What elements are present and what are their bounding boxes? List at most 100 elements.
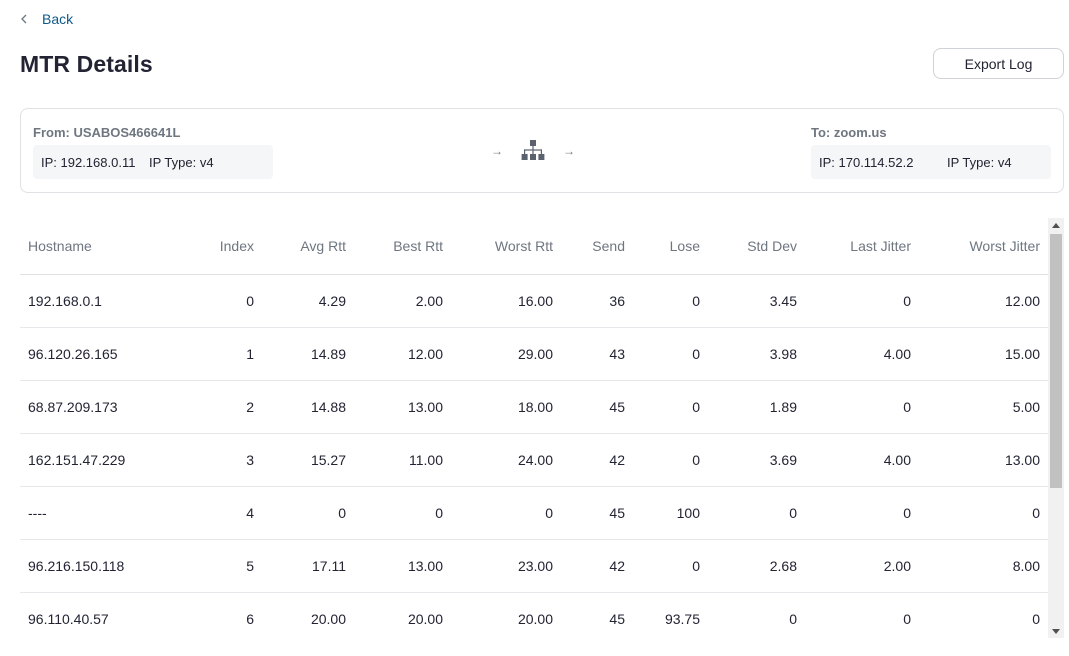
cell-avg-rtt: 17.11 [262,539,354,593]
cell-avg-rtt: 14.88 [262,380,354,434]
cell-last-jitter: 0 [805,486,919,540]
chevron-left-icon [20,12,30,26]
cell-std-dev: 3.45 [708,274,805,328]
cell-worst-rtt: 0 [451,486,561,540]
table-row: 162.151.47.229 3 15.27 11.00 24.00 42 0 3.69 4.0… [20,433,1048,487]
table-header-row: Hostname Index Avg Rtt Best Rtt Worst Rtt Sen… [20,218,1048,275]
cell-worst-jitter: 13.00 [919,433,1048,487]
cell-best-rtt: 20.00 [354,592,451,638]
cell-worst-jitter: 0 [919,592,1048,638]
cell-avg-rtt: 14.89 [262,327,354,381]
column-header-lose: Lose [633,218,708,275]
cell-send: 45 [561,486,633,540]
cell-best-rtt: 13.00 [354,380,451,434]
cell-best-rtt: 12.00 [354,327,451,381]
from-endpoint: From: USABOS466641L IP: 192.168.0.11 IP … [33,125,273,179]
column-header-avg-rtt: Avg Rtt [262,218,354,275]
arrow-right-icon: → [563,144,575,158]
cell-send: 42 [561,433,633,487]
from-title: From: USABOS466641L [33,125,181,140]
column-header-std-dev: Std Dev [708,218,805,275]
export-log-button[interactable]: Export Log [933,48,1064,79]
to-meta: IP: 170.114.52.2 IP Type: v4 [811,145,1051,179]
cell-worst-rtt: 23.00 [451,539,561,593]
column-header-worst-rtt: Worst Rtt [451,218,561,275]
cell-hostname: 162.151.47.229 [20,433,170,487]
to-title: To: zoom.us [811,125,887,140]
route-path: → → [491,139,575,163]
mtr-table-container[interactable]: Hostname Index Avg Rtt Best Rtt Worst Rtt Sen… [20,218,1064,638]
page-title: MTR Details [20,51,153,77]
cell-index: 2 [170,380,262,434]
cell-worst-rtt: 24.00 [451,433,561,487]
cell-lose: 100 [633,486,708,540]
cell-best-rtt: 13.00 [354,539,451,593]
cell-worst-jitter: 15.00 [919,327,1048,381]
cell-std-dev: 1.89 [708,380,805,434]
cell-lose: 0 [633,380,708,434]
table-row: 96.110.40.57 6 20.00 20.00 20.00 45 93.75 0 0 0 [20,592,1048,638]
route-card: From: USABOS466641L IP: 192.168.0.11 IP … [20,108,1064,193]
cell-send: 42 [561,539,633,593]
table-row: 96.120.26.165 1 14.89 12.00 29.00 43 0 3.98 4.00… [20,327,1048,381]
scroll-thumb[interactable] [1050,234,1062,488]
cell-avg-rtt: 0 [262,486,354,540]
network-topology-icon [521,139,545,163]
cell-hostname: 96.110.40.57 [20,592,170,638]
cell-index: 4 [170,486,262,540]
cell-send: 45 [561,380,633,434]
cell-last-jitter: 0 [805,274,919,328]
cell-std-dev: 2.68 [708,539,805,593]
cell-last-jitter: 0 [805,592,919,638]
cell-avg-rtt: 15.27 [262,433,354,487]
cell-worst-rtt: 16.00 [451,274,561,328]
column-header-best-rtt: Best Rtt [354,218,451,275]
cell-hostname: 96.216.150.118 [20,539,170,593]
cell-index: 3 [170,433,262,487]
table-row: 96.216.150.118 5 17.11 13.00 23.00 42 0 2.68 2.0… [20,539,1048,593]
cell-std-dev: 3.69 [708,433,805,487]
back-label: Back [42,11,74,27]
cell-hostname: 192.168.0.1 [20,274,170,328]
from-meta: IP: 192.168.0.11 IP Type: v4 [33,145,273,179]
cell-send: 43 [561,327,633,381]
scroll-down-arrow-icon[interactable] [1048,624,1064,638]
table-row: 192.168.0.1 0 4.29 2.00 16.00 36 0 3.45 0 12.00 [20,274,1048,328]
cell-index: 6 [170,592,262,638]
cell-hostname: 96.120.26.165 [20,327,170,381]
cell-last-jitter: 2.00 [805,539,919,593]
column-header-last-jitter: Last Jitter [805,218,919,275]
vertical-scrollbar[interactable] [1048,218,1064,638]
table-row: 68.87.209.173 2 14.88 13.00 18.00 45 0 1.89 0 5.0… [20,380,1048,434]
cell-worst-jitter: 5.00 [919,380,1048,434]
cell-last-jitter: 4.00 [805,327,919,381]
to-ip-type: IP Type: v4 [947,154,1012,170]
cell-index: 0 [170,274,262,328]
cell-send: 45 [561,592,633,638]
cell-best-rtt: 11.00 [354,433,451,487]
cell-index: 5 [170,539,262,593]
column-header-index: Index [170,218,262,275]
cell-worst-rtt: 29.00 [451,327,561,381]
mtr-table: Hostname Index Avg Rtt Best Rtt Worst Rtt Sen… [20,218,1048,638]
arrow-right-icon: → [491,144,503,158]
cell-lose: 93.75 [633,592,708,638]
cell-worst-jitter: 0 [919,486,1048,540]
back-link[interactable]: Back [20,11,73,27]
column-header-hostname: Hostname [20,218,170,275]
cell-index: 1 [170,327,262,381]
cell-best-rtt: 2.00 [354,274,451,328]
cell-last-jitter: 4.00 [805,433,919,487]
from-ip: IP: 192.168.0.11 [41,154,136,170]
scroll-up-arrow-icon[interactable] [1048,218,1064,232]
cell-send: 36 [561,274,633,328]
cell-lose: 0 [633,327,708,381]
to-ip: IP: 170.114.52.2 [819,154,914,170]
table-body: 192.168.0.1 0 4.29 2.00 16.00 36 0 3.45 0 12.00 96… [20,274,1048,638]
from-ip-type: IP Type: v4 [149,154,214,170]
cell-worst-jitter: 12.00 [919,274,1048,328]
table-row: ---- 4 0 0 0 45 100 0 0 0 [20,486,1048,540]
cell-std-dev: 0 [708,486,805,540]
cell-lose: 0 [633,433,708,487]
cell-lose: 0 [633,274,708,328]
